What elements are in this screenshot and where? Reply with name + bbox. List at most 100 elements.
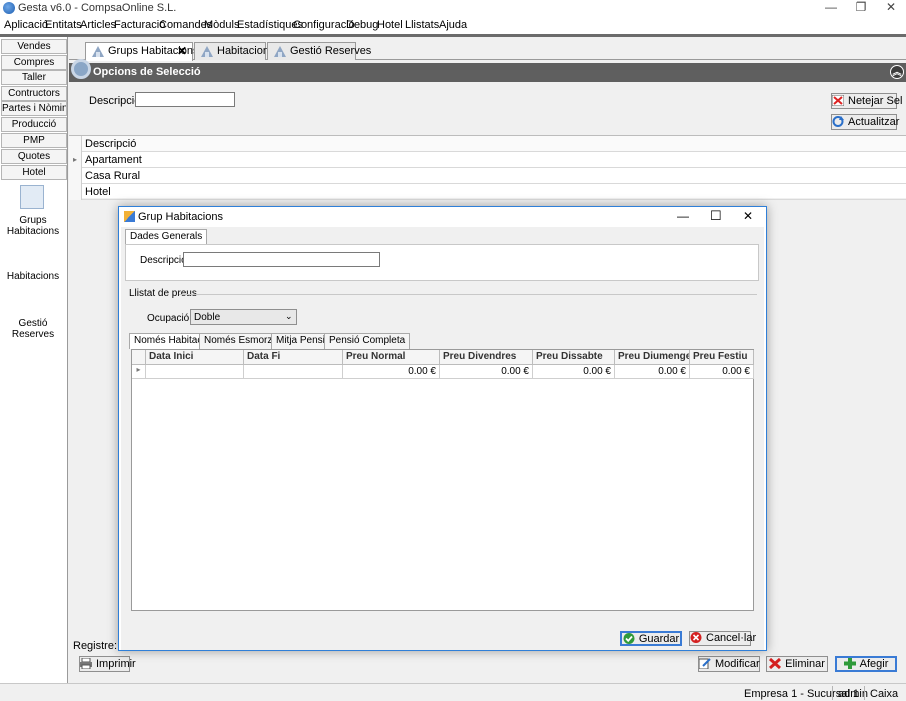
status-module: Caixa [870,688,899,700]
dialog-app-icon [124,211,135,222]
cell-preu-divendres[interactable]: 0.00 € [440,365,533,379]
chevron-down-icon: ⌄ [285,311,293,321]
column-header-preu-festiu[interactable]: Preu Festiu [690,350,754,365]
clear-icon [832,95,844,106]
cell-preu-normal[interactable]: 0.00 € [343,365,440,379]
price-grid: Data Inici Data Fi Preu Normal Preu Dive… [131,349,754,611]
tab-gestio-reserves[interactable]: Gestió Reserves [267,42,371,60]
dialog-description-input[interactable] [183,252,380,267]
menu-llistats[interactable]: Llistats [405,19,439,31]
window-title: Gesta v6.0 - CompsaOnline S.L. [18,2,177,14]
dialog-titlebar: Grup Habitacions — ☐ ✕ [119,207,766,227]
column-header-descripcio[interactable]: Descripció [85,138,136,150]
tab-label: Habitacions [217,45,275,57]
grups-habitacions-icon[interactable] [20,185,44,209]
grid-cell: Casa Rural [85,170,141,182]
menu-entitats[interactable]: Entitats [45,19,82,31]
dialog-maximize-button[interactable]: ☐ [710,208,722,224]
clear-selection-label: Netejar Sel [848,95,903,107]
column-header-preu-normal[interactable]: Preu Normal [343,350,440,365]
delete-icon [769,658,782,669]
plus-icon [843,658,856,669]
column-header-preu-divendres[interactable]: Preu Divendres [440,350,533,365]
menu-facturacio[interactable]: Facturació [114,19,165,31]
menu-debug[interactable]: Debug [346,19,378,31]
tab-dades-generals[interactable]: Dades Generals [125,229,208,244]
filter-description-input[interactable] [135,92,235,107]
column-header-preu-diumenge[interactable]: Preu Diumenge [615,350,690,365]
modify-button[interactable]: Modificar [698,656,760,672]
general-panel: Descripció: [125,244,759,281]
delete-label: Eliminar [785,658,825,670]
menu-hotel[interactable]: Hotel [377,19,403,31]
print-button[interactable]: Imprimir [79,656,136,672]
magnifier-icon [71,59,91,79]
sidebar-button-partes[interactable]: Partes i Nòmin... [1,101,67,116]
row-header [132,350,146,365]
tab-grups-habitacions[interactable]: Grups Habitacions ✕ [85,42,199,61]
building-icon [92,46,104,57]
occupation-select[interactable]: Doble ⌄ [190,309,297,325]
table-row[interactable]: Hotel [69,184,906,200]
sidebar-button-compres[interactable]: Compres [1,55,67,70]
sidebar-item-habitacions[interactable]: Habitacions [0,271,66,282]
table-row[interactable]: ▸ Apartament [69,152,906,168]
menu-moduls[interactable]: Mòduls [204,19,239,31]
dialog-minimize-button[interactable]: — [677,209,689,223]
sidebar-button-contructors[interactable]: Contructors [1,86,67,101]
column-header-data-fi[interactable]: Data Fi [244,350,343,365]
occupation-value: Doble [194,312,221,323]
cell-preu-festiu[interactable]: 0.00 € [690,365,754,379]
tab-pensio-completa[interactable]: Pensió Completa [324,333,411,349]
refresh-button[interactable]: Actualitzar [831,114,900,130]
refresh-label: Actualitzar [848,116,900,128]
collapse-icon[interactable]: ︽ [890,65,904,79]
sidebar-button-taller[interactable]: Taller [1,70,67,85]
check-icon [623,633,635,644]
cancel-label: Cancel·lar [706,632,757,644]
sidebar-button-hotel[interactable]: Hotel [1,165,67,180]
tab-habitacions[interactable]: Habitacions [194,42,274,60]
close-window-button[interactable]: ✕ [876,0,906,16]
delete-button[interactable]: Eliminar [766,656,828,672]
print-label: Imprimir [96,658,136,670]
row-header [69,136,82,152]
sidebar-item-grups-habitacions[interactable]: Grups Habitacions [0,215,66,237]
selection-title: Opcions de Selecció [93,66,201,78]
grid-header-row: Descripció [69,136,906,152]
status-separator [864,686,865,700]
sidebar-button-vendes[interactable]: Vendes [1,39,67,54]
cell-data-inici[interactable] [146,365,244,379]
grup-habitacions-dialog: Grup Habitacions — ☐ ✕ Dades Generals De… [118,206,767,651]
dialog-close-button[interactable]: ✕ [743,209,753,223]
table-row[interactable]: Casa Rural [69,168,906,184]
close-tab-icon[interactable]: ✕ [177,44,187,58]
menu-ajuda[interactable]: Ajuda [439,19,467,31]
occupation-label: Ocupació: [147,313,193,324]
minimize-button[interactable]: — [816,0,846,16]
records-label: Registre: [73,640,118,652]
restore-button[interactable]: ❐ [846,0,876,16]
add-button[interactable]: Afegir [835,656,897,672]
row-pointer-icon: ▸ [69,152,82,168]
cell-preu-dissabte[interactable]: 0.00 € [533,365,615,379]
app-logo-icon [3,2,15,14]
modify-label: Modificar [715,658,760,670]
clear-selection-button[interactable]: Netejar Sel [831,93,902,109]
cell-preu-diumenge[interactable]: 0.00 € [615,365,690,379]
sidebar-button-pmp[interactable]: PMP [1,133,67,148]
cancel-button[interactable]: Cancel·lar [689,631,756,646]
selection-header: Opcions de Selecció ︽ [69,59,906,82]
sidebar-item-gestio-reserves[interactable]: Gestió Reserves [0,318,66,340]
group-divider [179,294,757,295]
sidebar-button-produccio[interactable]: Producció [1,117,67,132]
column-header-preu-dissabte[interactable]: Preu Dissabte [533,350,615,365]
sidebar-button-quotes[interactable]: Quotes [1,149,67,164]
dialog-title: Grup Habitacions [138,211,223,223]
menu-articles[interactable]: Articles [80,19,116,31]
status-bar: Empresa 1 - Sucursal 1 admin Caixa [0,683,906,701]
column-header-data-inici[interactable]: Data Inici [146,350,244,365]
save-button[interactable]: Guardar [620,631,682,646]
cell-data-fi[interactable] [244,365,343,379]
menu-aplicacio[interactable]: Aplicació [4,19,48,31]
